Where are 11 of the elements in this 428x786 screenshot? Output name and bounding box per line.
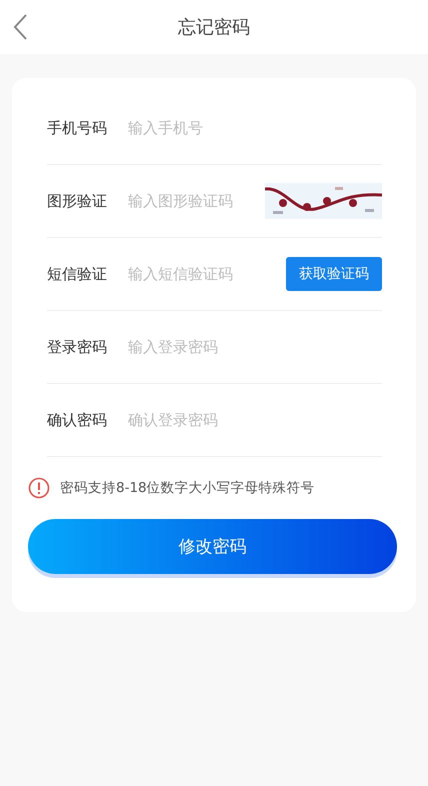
field-label: 确认密码 (47, 410, 108, 430)
password-hint: 密码支持8-18位数字大小写字母特殊符号 (60, 479, 315, 497)
field-label: 手机号码 (47, 118, 108, 138)
field-label: 短信验证 (47, 264, 108, 284)
field-label: 登录密码 (47, 338, 108, 356)
field-label: 图形验证 (47, 192, 108, 210)
warning-icon (28, 477, 50, 499)
submit-button[interactable]: 修改密码 (28, 519, 397, 574)
page-title: 忘记密码 (178, 16, 250, 39)
back-icon[interactable] (12, 13, 28, 41)
get-code-button[interactable]: 获取验证码 (286, 257, 382, 291)
